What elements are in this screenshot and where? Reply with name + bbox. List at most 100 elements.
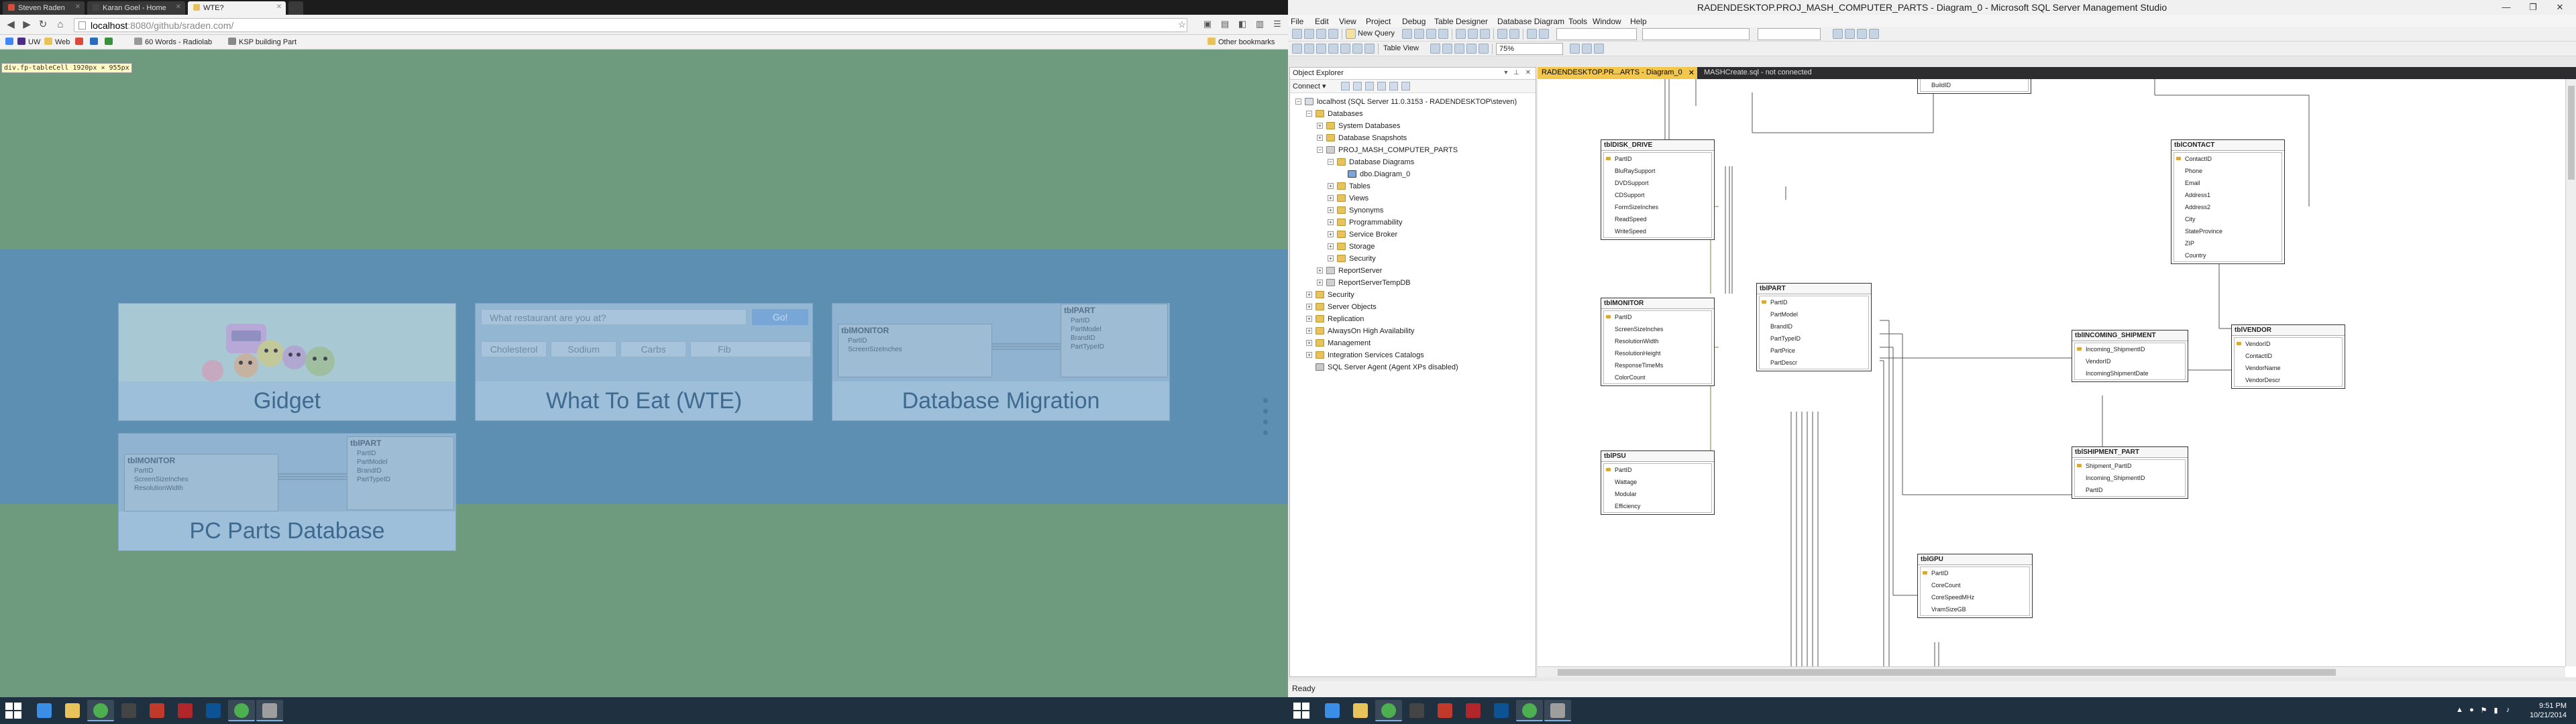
new-text-annotation-icon[interactable]	[1364, 44, 1375, 54]
menu-icon[interactable]: ☰	[1271, 19, 1284, 31]
menu-file[interactable]: File	[1291, 17, 1303, 26]
extension-icon[interactable]: ▤	[1218, 19, 1232, 31]
delete-table-icon[interactable]	[1316, 44, 1326, 54]
expand-icon[interactable]: +	[1317, 135, 1323, 141]
reload-icon[interactable]: ↻	[36, 18, 50, 32]
tree-node[interactable]: + Tables	[1293, 180, 1536, 192]
column-row[interactable]: BrandID	[1760, 320, 1868, 333]
remove-from-diagram-icon[interactable]	[1328, 44, 1338, 54]
toolbox-icon[interactable]	[1845, 29, 1855, 39]
expand-icon[interactable]: +	[1328, 243, 1334, 249]
back-icon[interactable]: ◀	[4, 18, 17, 32]
expand-icon[interactable]: +	[1328, 207, 1334, 213]
column-row[interactable]: WriteSpeed	[1604, 225, 1711, 237]
solution-config-combo[interactable]	[1556, 28, 1637, 40]
indexes-icon[interactable]	[1582, 44, 1592, 54]
diagram-table-shipment-part[interactable]: tblSHIPMENT_PART Shipment_PartID Incoming_…	[2072, 446, 2188, 499]
column-row[interactable]: Incoming_ShipmentID	[2075, 343, 2185, 355]
tree-node[interactable]: + Management	[1293, 337, 1536, 349]
tree-node[interactable]: − Databases	[1293, 108, 1536, 120]
project-card-gidget[interactable]: Gidget	[118, 303, 456, 421]
browser-tab[interactable]: Steven Raden ✕	[3, 1, 85, 15]
column-row[interactable]: Email	[2174, 177, 2282, 189]
windows-start-icon[interactable]	[5, 703, 21, 719]
expand-icon[interactable]: +	[1306, 340, 1312, 346]
expand-icon[interactable]: +	[1306, 292, 1312, 298]
menu-edit[interactable]: Edit	[1315, 17, 1329, 26]
scroll-thumb[interactable]	[2568, 86, 2575, 180]
column-row[interactable]: PartID	[1604, 153, 1711, 165]
diagram-table-vendor[interactable]: tblVENDOR VendorID ContactID VendorName Vend…	[2231, 324, 2345, 389]
expand-icon[interactable]: +	[1328, 195, 1334, 201]
disconnect-icon[interactable]	[1353, 82, 1362, 90]
column-row[interactable]: Country	[2174, 249, 2282, 261]
home-icon[interactable]: ⌂	[54, 18, 67, 32]
expand-icon[interactable]: +	[1328, 183, 1334, 189]
diagram-table-incoming[interactable]: tblINCOMING_SHIPMENT Incoming_ShipmentID V…	[2072, 330, 2188, 382]
tree-node[interactable]: + Integration Services Catalogs	[1293, 349, 1536, 361]
menu-table-designer[interactable]: Table Designer	[1434, 17, 1488, 26]
tree-node[interactable]: + Security	[1293, 289, 1536, 301]
extension-icon[interactable]: ▥	[1253, 19, 1267, 31]
extension-icon[interactable]: ▣	[1201, 19, 1214, 31]
vertical-scrollbar[interactable]	[2565, 79, 2576, 666]
column-row[interactable]: CoreCount	[1921, 579, 2029, 591]
add-related-icon[interactable]	[1304, 44, 1314, 54]
bookmark-item[interactable]	[105, 38, 115, 46]
forward-icon[interactable]: ▶	[20, 18, 34, 32]
connect-icon[interactable]	[1341, 82, 1350, 90]
tree-node[interactable]: − Database Diagrams	[1293, 156, 1536, 168]
scroll-thumb[interactable]	[1558, 669, 2336, 676]
column-row[interactable]: PartID	[1604, 464, 1711, 476]
close-icon[interactable]: ✕	[75, 3, 80, 11]
tree-node[interactable]: + Server Objects	[1293, 301, 1536, 313]
other-bookmarks[interactable]: Other bookmarks	[1208, 38, 1275, 46]
column-row[interactable]: PartID	[1921, 567, 2029, 579]
flag-icon[interactable]: ⚑	[2479, 706, 2488, 715]
add-table-icon[interactable]	[1292, 44, 1302, 54]
page-breaks-icon[interactable]	[1466, 44, 1477, 54]
zoom-combo[interactable]: 75%	[1496, 43, 1563, 55]
navigate-forward-icon[interactable]	[1539, 29, 1549, 39]
collapse-icon[interactable]: −	[1317, 147, 1323, 153]
column-row[interactable]: PartDescr	[1760, 357, 1868, 369]
ssms-icon[interactable]	[1544, 700, 1571, 721]
column-row[interactable]: VramSizeGB	[1921, 603, 2029, 615]
bookmark-item[interactable]	[90, 38, 101, 46]
browser-tab-active[interactable]: WTE? ✕	[188, 1, 286, 15]
volume-icon[interactable]: ♪	[2504, 706, 2512, 715]
expand-icon[interactable]: +	[1328, 255, 1334, 261]
column-row[interactable]: Efficiency	[1604, 500, 1711, 512]
column-row[interactable]: ScreenSizeInches	[1604, 323, 1711, 335]
expand-icon[interactable]: +	[1306, 352, 1312, 358]
column-row[interactable]: VendorID	[2075, 355, 2185, 367]
analysis-query-icon[interactable]	[1414, 29, 1424, 39]
photoshop-icon[interactable]	[200, 700, 227, 721]
relationship-labels-icon[interactable]	[1479, 44, 1489, 54]
new-project-icon[interactable]	[1292, 29, 1302, 39]
nav-dot[interactable]	[1263, 430, 1268, 435]
copy-icon[interactable]	[1468, 29, 1478, 39]
ie-icon[interactable]	[31, 700, 58, 721]
column-row[interactable]: BluRaySupport	[1604, 165, 1711, 177]
media-icon[interactable]	[115, 700, 142, 721]
object-explorer-icon[interactable]	[1857, 29, 1867, 39]
expand-icon[interactable]: +	[1317, 280, 1323, 286]
project-card-db-migration[interactable]: tblMONITOR PartID ScreenSizeInches tblPA…	[832, 303, 1170, 421]
new-query-icon[interactable]	[1346, 29, 1356, 39]
column-row[interactable]: PartID	[1760, 296, 1868, 308]
undo-icon[interactable]	[1497, 29, 1507, 39]
redo-icon[interactable]	[1509, 29, 1519, 39]
new-query-button[interactable]: New Query	[1358, 29, 1395, 38]
diagram-table-contact[interactable]: tblCONTACT ContactID Phone Email Address1 Add…	[2171, 139, 2285, 264]
project-card-pc-parts[interactable]: tblMONITOR PartID ScreenSizeInches Resol…	[118, 433, 456, 551]
clock[interactable]: 9:51 PM 10/21/2014	[2530, 701, 2567, 720]
windows-start-icon[interactable]	[1293, 703, 1309, 719]
column-row[interactable]: DVDSupport	[1604, 177, 1711, 189]
photoshop-icon[interactable]	[1488, 700, 1515, 721]
column-row[interactable]: ZIP	[2174, 237, 2282, 249]
tree-node[interactable]: dbo.Diagram_0	[1293, 168, 1536, 180]
column-row[interactable]: City	[2174, 213, 2282, 225]
close-icon[interactable]: ✕	[276, 3, 282, 11]
filezilla-icon[interactable]	[172, 700, 199, 721]
